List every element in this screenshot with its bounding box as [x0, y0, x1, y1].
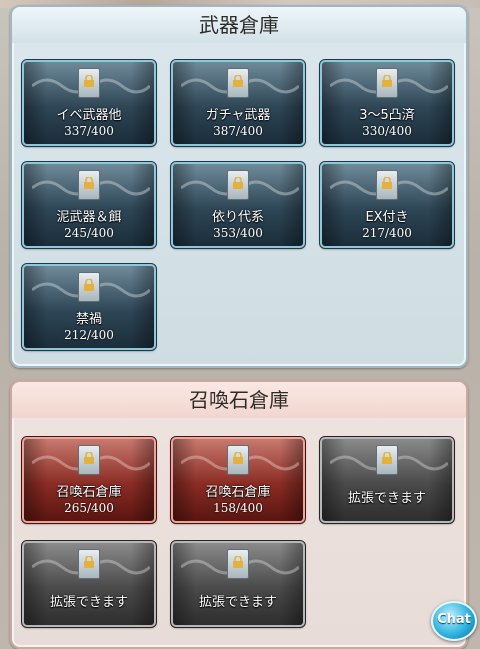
weapon-storage-slot-1[interactable]: イベ武器他 337/400 [21, 59, 157, 147]
slot-count: 330/400 [362, 124, 412, 138]
weapon-storage-panel: 武器倉庫 イベ武器他 337/400 ガチャ武器 387/400 3～5凸済 3… [10, 5, 468, 368]
weapon-storage-title: 武器倉庫 [12, 7, 466, 43]
lock-icon [382, 75, 392, 87]
slot-name: 依り代系 [211, 210, 264, 225]
slot-name: 拡張できます [49, 595, 128, 610]
lock-icon [84, 452, 94, 464]
lock-icon [84, 75, 94, 87]
summon-storage-slot-1[interactable]: 召喚石倉庫 265/400 [21, 436, 157, 524]
slot-name: 3～5凸済 [359, 108, 415, 123]
slot-name: 召喚石倉庫 [205, 485, 271, 500]
slot-name: 召喚石倉庫 [56, 485, 122, 500]
slot-count: 353/400 [213, 226, 263, 240]
slot-name: ガチャ武器 [205, 108, 271, 123]
summon-storage-title: 召喚石倉庫 [12, 382, 466, 418]
summon-storage-panel: 召喚石倉庫 召喚石倉庫 265/400 召喚石倉庫 158/400 拡張できます… [10, 380, 468, 649]
slot-count: 337/400 [64, 124, 114, 138]
weapon-storage-slot-6[interactable]: EX付き 217/400 [319, 161, 455, 249]
lock-icon [84, 279, 94, 291]
summon-storage-slot-2[interactable]: 召喚石倉庫 158/400 [170, 436, 306, 524]
slot-name: 拡張できます [198, 595, 277, 610]
expand-slot-button[interactable]: 拡張できます [319, 436, 455, 524]
lock-icon [233, 177, 243, 189]
weapon-storage-slot-3[interactable]: 3～5凸済 330/400 [319, 59, 455, 147]
chat-button[interactable]: Chat [431, 601, 477, 641]
expand-slot-button[interactable]: 拡張できます [170, 540, 306, 628]
expand-slot-button[interactable]: 拡張できます [21, 540, 157, 628]
slot-count: 387/400 [213, 124, 263, 138]
slot-name: 拡張できます [347, 491, 426, 506]
lock-icon [84, 556, 94, 568]
weapon-storage-slot-5[interactable]: 依り代系 353/400 [170, 161, 306, 249]
slot-name: 泥武器＆餌 [56, 210, 122, 225]
slot-name: イベ武器他 [56, 108, 122, 123]
weapon-storage-slot-7[interactable]: 禁禍 212/400 [21, 263, 157, 351]
slot-count: 158/400 [213, 501, 263, 515]
slot-name: EX付き [365, 210, 409, 225]
lock-icon [382, 177, 392, 189]
slot-count: 265/400 [64, 501, 114, 515]
slot-count: 217/400 [362, 226, 412, 240]
lock-icon [233, 452, 243, 464]
lock-icon [382, 452, 392, 464]
weapon-storage-slot-2[interactable]: ガチャ武器 387/400 [170, 59, 306, 147]
slot-name: 禁禍 [75, 312, 102, 327]
lock-icon [84, 177, 94, 189]
weapon-storage-slot-4[interactable]: 泥武器＆餌 245/400 [21, 161, 157, 249]
slot-count: 245/400 [64, 226, 114, 240]
lock-icon [233, 556, 243, 568]
lock-icon [233, 75, 243, 87]
slot-count: 212/400 [64, 328, 114, 342]
